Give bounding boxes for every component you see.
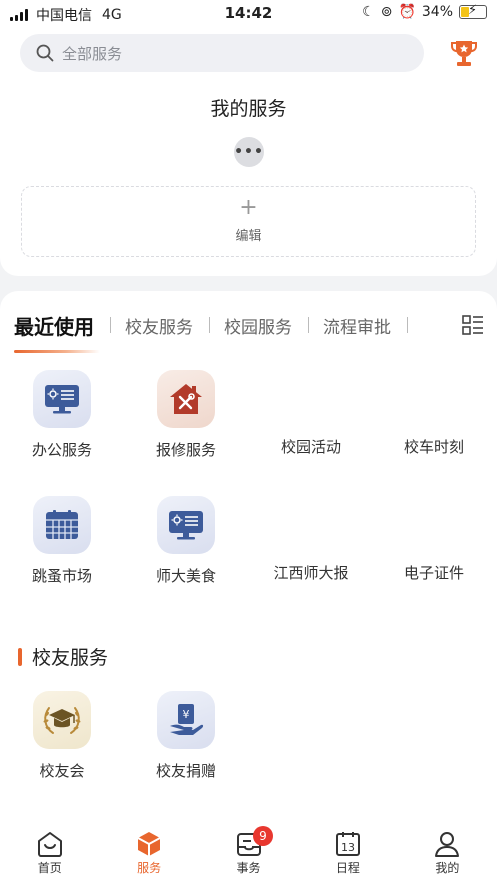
service-label: 师大美食 [155, 567, 216, 585]
service-label: 校车时刻 [403, 438, 464, 456]
tab-divider [308, 317, 309, 333]
section-title: 校友服务 [32, 647, 109, 669]
service-campus-activity[interactable]: 校园活动 [251, 436, 371, 457]
moon-icon: ☾ [362, 4, 375, 20]
service-label: 校友会 [39, 762, 85, 780]
my-services-title: 我的服务 [210, 98, 287, 120]
nav-affairs[interactable]: 事务 [199, 820, 298, 883]
category-list-icon[interactable] [462, 315, 484, 335]
edit-label: 编辑 [235, 229, 262, 244]
active-tab-indicator [14, 350, 100, 353]
nav-label: 服务 [137, 861, 162, 875]
calendar-date: 13 [341, 841, 355, 854]
tab-divider [209, 317, 210, 333]
monitor-icon [157, 496, 215, 554]
service-label: 校友捐赠 [155, 762, 216, 780]
service-label: 办公服务 [31, 441, 92, 459]
nav-me[interactable]: 我的 [398, 820, 497, 883]
service-label: 电子证件 [403, 564, 464, 582]
service-flea-market[interactable]: 跳蚤市场 [2, 496, 122, 586]
alumni-section-header: 校友服务 [18, 643, 108, 670]
battery-percent: 34% [421, 4, 453, 20]
alarm-icon: ⏰ [398, 4, 416, 20]
graduation-laurel-icon [33, 691, 91, 749]
nav-home[interactable]: 首页 [0, 820, 99, 883]
tab-recent[interactable]: 最近使用 [14, 311, 94, 340]
nav-label: 首页 [37, 861, 62, 875]
nav-label: 日程 [335, 861, 360, 875]
search-placeholder: 全部服务 [62, 44, 123, 63]
user-icon [435, 832, 460, 857]
tab-approval[interactable]: 流程审批 [323, 313, 391, 338]
monitor-icon [33, 370, 91, 428]
home-icon [37, 832, 62, 857]
search-input[interactable]: 全部服务 [20, 34, 424, 72]
calendar-grid-icon [33, 496, 91, 554]
service-label: 跳蚤市场 [31, 567, 92, 585]
service-alumni-donation[interactable]: ¥ 校友捐赠 [126, 691, 246, 781]
my-services-card: 全部服务 我的服务 ••• + 编辑 [0, 26, 497, 276]
service-label: 报修服务 [155, 441, 216, 459]
services-panel: 最近使用 校友服务 校园服务 流程审批 办公服务 报修服务 校园活动 校车时刻 … [0, 291, 497, 883]
nav-label: 我的 [435, 861, 460, 875]
service-repair[interactable]: 报修服务 [126, 370, 246, 460]
svg-text:¥: ¥ [183, 708, 190, 721]
tab-divider [110, 317, 111, 333]
service-tabs: 最近使用 校友服务 校园服务 流程审批 [14, 311, 422, 339]
service-e-id[interactable]: 电子证件 [374, 562, 494, 583]
tab-divider [407, 317, 408, 333]
bottom-nav: 首页 服务 事务 13 日程 我的 9 [0, 820, 497, 883]
service-bus-schedule[interactable]: 校车时刻 [374, 436, 494, 457]
service-newspaper[interactable]: 江西师大报 [251, 562, 371, 583]
nav-services[interactable]: 服务 [99, 820, 198, 883]
service-office[interactable]: 办公服务 [2, 370, 122, 460]
nav-schedule[interactable]: 13 日程 [298, 820, 397, 883]
notification-badge: 9 [253, 826, 273, 846]
tab-campus[interactable]: 校园服务 [224, 313, 292, 338]
service-label: 江西师大报 [273, 564, 349, 582]
trophy-icon[interactable] [450, 38, 478, 68]
service-label: 校园活动 [280, 438, 341, 456]
nav-label: 事务 [236, 861, 261, 875]
tab-alumni[interactable]: 校友服务 [125, 313, 193, 338]
repair-house-icon [157, 370, 215, 428]
service-food[interactable]: 师大美食 [126, 496, 246, 586]
calendar-icon: 13 [335, 832, 360, 856]
status-bar: 中国电信 4G 14:42 ☾ ⊚ ⏰ 34% ⚡ [0, 0, 497, 26]
edit-button[interactable]: + 编辑 [21, 186, 476, 257]
section-marker [18, 647, 22, 666]
plus-icon: + [239, 195, 258, 220]
service-alumni-association[interactable]: 校友会 [2, 691, 122, 781]
battery-icon: ⚡ [459, 3, 487, 19]
more-icon[interactable]: ••• [234, 137, 264, 167]
search-icon [36, 44, 54, 62]
cube-icon [137, 832, 161, 856]
rotation-lock-icon: ⊚ [380, 4, 393, 20]
donation-icon: ¥ [157, 691, 215, 749]
